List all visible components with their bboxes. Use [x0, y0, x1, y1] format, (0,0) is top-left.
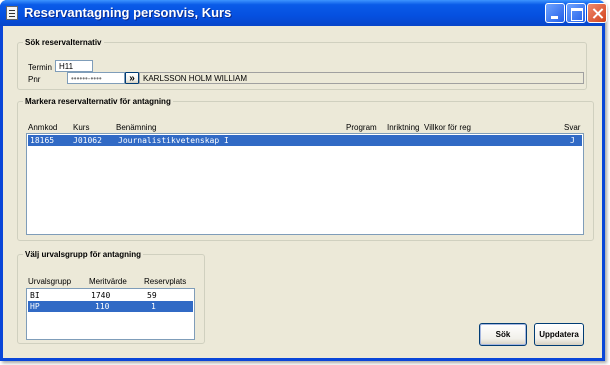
col-inriktning: Inriktning: [387, 123, 420, 132]
col-benamning: Benämning: [116, 123, 157, 132]
minimize-button[interactable]: [545, 3, 565, 23]
col-kurs: Kurs: [73, 123, 90, 132]
list-item[interactable]: 18165 J01062 Journalistikvetenskap I J: [28, 135, 582, 146]
row-grupp: BI: [30, 291, 40, 300]
document-icon: [6, 6, 18, 20]
col-program: Program: [346, 123, 377, 132]
row-merit: 1740: [91, 291, 111, 300]
col-meritvarde: Meritvärde: [89, 277, 127, 286]
row-merit: 110: [95, 302, 110, 311]
selection-group-legend: Välj urvalsgrupp för antagning: [25, 250, 142, 259]
dialog-window: Reservantagning personvis, Kurs Sök rese…: [0, 0, 607, 361]
dialog-client-area: Sök reservalternativ Termin H11 Pnr ••••…: [3, 26, 602, 358]
col-reservplats: Reservplats: [144, 277, 187, 286]
row-anmkod: 18165: [30, 136, 55, 145]
alternatives-group-legend: Markera reservalternativ för antagning: [25, 97, 171, 106]
pnr-input[interactable]: ••••••-••••: [67, 72, 125, 84]
title-bar[interactable]: Reservantagning personvis, Kurs: [0, 0, 607, 26]
termin-input[interactable]: H11: [55, 60, 93, 72]
col-villkor: Villkor för reg: [424, 123, 471, 132]
table-row[interactable]: HP 110 1: [28, 301, 193, 312]
selection-group-list[interactable]: BI 1740 59 HP 110 1: [26, 288, 195, 340]
close-button[interactable]: [587, 3, 607, 23]
pnr-label: Pnr: [28, 75, 41, 84]
col-urvalsgrupp: Urvalsgrupp: [28, 277, 72, 286]
col-anmkod: Anmkod: [28, 123, 58, 132]
row-grupp: HP: [30, 302, 40, 311]
col-svar: Svar: [564, 123, 581, 132]
uppdatera-button[interactable]: Uppdatera: [534, 323, 584, 346]
sok-button[interactable]: Sök: [479, 323, 527, 346]
row-benamning: Journalistikvetenskap I: [118, 136, 229, 145]
alternatives-list[interactable]: 18165 J01062 Journalistikvetenskap I J: [26, 133, 584, 235]
row-svar: J: [570, 136, 575, 145]
row-reserv: 59: [147, 291, 157, 300]
pnr-search-button[interactable]: »: [125, 72, 139, 84]
window-title: Reservantagning personvis, Kurs: [24, 5, 232, 20]
row-kurs: J01062: [73, 136, 102, 145]
termin-label: Termin: [28, 63, 53, 72]
student-name-display: KARLSSON HOLM WILLIAM: [139, 72, 584, 84]
row-reserv: 1: [151, 302, 156, 311]
search-group-legend: Sök reservalternativ: [25, 38, 102, 47]
maximize-button[interactable]: [566, 3, 586, 23]
table-row[interactable]: BI 1740 59: [28, 290, 193, 301]
